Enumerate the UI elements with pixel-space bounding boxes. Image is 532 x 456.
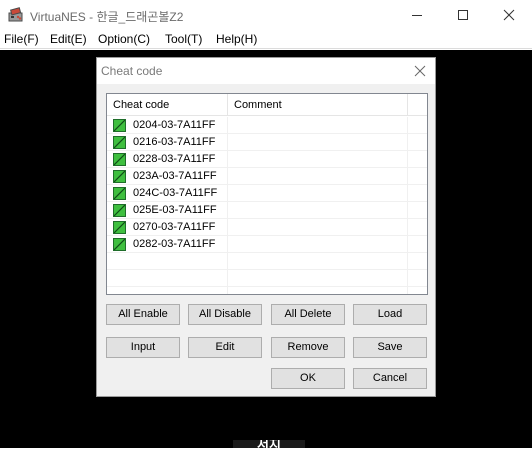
check-icon <box>114 222 125 233</box>
comment-cell <box>228 134 408 151</box>
cheat-code-text: 024C-03-7A11FF <box>133 187 218 199</box>
comment-cell <box>228 219 408 236</box>
comment-cell <box>228 117 408 134</box>
load-button[interactable]: Load <box>353 304 427 325</box>
enabled-checkbox[interactable] <box>113 204 126 217</box>
remove-button[interactable]: Remove <box>271 337 345 358</box>
table-row[interactable]: 023A-03-7A11FF <box>107 168 427 185</box>
close-icon <box>414 65 426 77</box>
cheat-code-text: 0216-03-7A11FF <box>133 136 216 148</box>
ok-button[interactable]: OK <box>271 368 345 389</box>
comment-cell <box>228 202 408 219</box>
save-button[interactable]: Save <box>353 337 427 358</box>
cheat-code-text: 0282-03-7A11FF <box>133 238 216 250</box>
enabled-checkbox[interactable] <box>113 221 126 234</box>
minimize-icon <box>412 15 422 16</box>
menu-option[interactable]: Option(C) <box>98 32 150 46</box>
table-row[interactable]: 024C-03-7A11FF <box>107 185 427 202</box>
comment-cell <box>228 151 408 168</box>
table-row[interactable]: 0228-03-7A11FF <box>107 151 427 168</box>
edit-button[interactable]: Edit <box>188 337 262 358</box>
table-row[interactable]: 025E-03-7A11FF <box>107 202 427 219</box>
cheat-code-text: 0270-03-7A11FF <box>133 221 216 233</box>
cheat-code-text: 0228-03-7A11FF <box>133 153 216 165</box>
virtuanes-app-icon[interactable] <box>8 7 25 23</box>
table-row[interactable]: 0282-03-7A11FF <box>107 236 427 253</box>
dialog-title: Cheat code <box>101 64 163 78</box>
window-title: VirtuaNES - 한글_드래곤볼Z2 <box>30 10 184 24</box>
check-icon <box>114 171 125 182</box>
cheat-code-text: 025E-03-7A11FF <box>133 204 217 216</box>
enabled-checkbox[interactable] <box>113 187 126 200</box>
cancel-button[interactable]: Cancel <box>353 368 427 389</box>
dialog-titlebar[interactable]: Cheat code <box>97 58 435 84</box>
check-icon <box>114 205 125 216</box>
check-icon <box>114 120 125 131</box>
menu-edit[interactable]: Edit(E) <box>50 32 87 46</box>
menu-help[interactable]: Help(H) <box>216 32 257 46</box>
table-row[interactable]: 0216-03-7A11FF <box>107 134 427 151</box>
comment-cell <box>228 168 408 185</box>
all-enable-button[interactable]: All Enable <box>106 304 180 325</box>
game-text: 서지 <box>233 440 305 448</box>
enabled-checkbox[interactable] <box>113 136 126 149</box>
list-rows: 0204-03-7A11FF 0216-03-7A11FF 0228-03-7A… <box>107 117 427 294</box>
all-delete-button[interactable]: All Delete <box>271 304 345 325</box>
cheat-code-dialog: Cheat code Cheat code Comment 0204-03-7A… <box>96 57 436 397</box>
window-titlebar[interactable]: VirtuaNES - 한글_드래곤볼Z2 <box>0 0 532 30</box>
cheat-code-text: 0204-03-7A11FF <box>133 119 216 131</box>
cheat-code-text: 023A-03-7A11FF <box>133 170 217 182</box>
minimize-button[interactable] <box>394 0 440 30</box>
menu-file[interactable]: File(F) <box>4 32 39 46</box>
enabled-checkbox[interactable] <box>113 119 126 132</box>
enabled-checkbox[interactable] <box>113 170 126 183</box>
menu-tool[interactable]: Tool(T) <box>165 32 202 46</box>
maximize-icon <box>458 10 468 20</box>
empty-row <box>107 287 427 294</box>
empty-row <box>107 270 427 287</box>
list-header: Cheat code Comment <box>107 94 427 116</box>
comment-cell <box>228 236 408 253</box>
enabled-checkbox[interactable] <box>113 153 126 166</box>
input-button[interactable]: Input <box>106 337 180 358</box>
empty-row <box>107 253 427 270</box>
check-icon <box>114 154 125 165</box>
enabled-checkbox[interactable] <box>113 238 126 251</box>
menu-bar: File(F) Edit(E) Option(C) Tool(T) Help(H… <box>0 30 532 49</box>
column-header-comment[interactable]: Comment <box>228 94 408 116</box>
all-disable-button[interactable]: All Disable <box>188 304 262 325</box>
check-icon <box>114 239 125 250</box>
table-row[interactable]: 0204-03-7A11FF <box>107 117 427 134</box>
table-row[interactable]: 0270-03-7A11FF <box>107 219 427 236</box>
maximize-button[interactable] <box>440 0 486 30</box>
close-button[interactable] <box>486 0 532 30</box>
column-header-cheat-code[interactable]: Cheat code <box>107 94 228 116</box>
check-icon <box>114 188 125 199</box>
comment-cell <box>228 185 408 202</box>
check-icon <box>114 137 125 148</box>
close-icon <box>503 9 515 21</box>
status-bar <box>0 448 532 456</box>
dialog-close-button[interactable] <box>405 58 435 84</box>
cheat-code-list[interactable]: Cheat code Comment 0204-03-7A11FF 0216-0… <box>106 93 428 295</box>
